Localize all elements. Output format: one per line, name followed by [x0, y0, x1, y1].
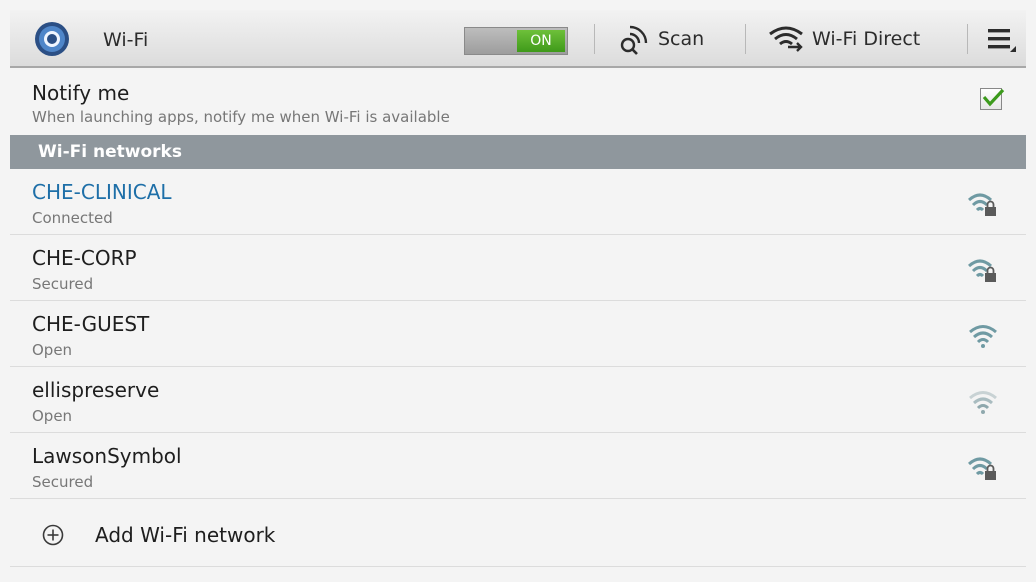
- network-name: CHE-CORP: [32, 246, 137, 270]
- wifi-lock-icon: [968, 191, 998, 217]
- section-label: Wi-Fi networks: [38, 142, 182, 162]
- scan-button[interactable]: Scan: [618, 20, 704, 58]
- network-status: Secured: [32, 473, 94, 491]
- network-row[interactable]: LawsonSymbol Secured: [10, 433, 1026, 499]
- network-list: CHE-CLINICAL Connected CHE-CORP Secured: [10, 169, 1026, 499]
- notify-checkbox[interactable]: [980, 88, 1005, 110]
- wifi-direct-button[interactable]: Wi-Fi Direct: [768, 20, 920, 58]
- overflow-menu-icon[interactable]: [988, 28, 1016, 52]
- page-title: Wi-Fi: [103, 29, 149, 51]
- add-network-label: Add Wi-Fi network: [95, 523, 276, 547]
- network-status: Secured: [32, 275, 94, 293]
- wifi-direct-label: Wi-Fi Direct: [812, 28, 921, 50]
- wifi-lock-icon: [968, 455, 998, 481]
- notify-subtitle: When launching apps, notify me when Wi-F…: [32, 108, 450, 126]
- notify-me-setting[interactable]: Notify me When launching apps, notify me…: [10, 72, 1026, 132]
- network-row[interactable]: ellispreserve Open: [10, 367, 1026, 433]
- toggle-on-label: ON: [517, 30, 565, 52]
- network-name: CHE-CLINICAL: [32, 180, 172, 204]
- action-bar: Wi-Fi ON Scan Wi-Fi Direct: [10, 10, 1026, 68]
- wifi-toggle[interactable]: ON: [464, 27, 568, 55]
- network-status: Open: [32, 341, 73, 359]
- network-name: ellispreserve: [32, 378, 160, 402]
- scan-icon: [618, 23, 650, 55]
- network-name: CHE-GUEST: [32, 312, 150, 336]
- network-row[interactable]: CHE-CORP Secured: [10, 235, 1026, 301]
- divider: [594, 24, 595, 54]
- network-name: LawsonSymbol: [32, 444, 182, 468]
- wifi-signal-weak-icon: [968, 389, 998, 415]
- divider: [967, 24, 968, 54]
- checkmark-icon: [982, 88, 1005, 107]
- network-row[interactable]: CHE-CLINICAL Connected: [10, 169, 1026, 235]
- wifi-networks-header: Wi-Fi networks: [10, 135, 1026, 169]
- network-status: Connected: [32, 209, 113, 227]
- notify-title: Notify me: [32, 81, 130, 105]
- add-wifi-network-button[interactable]: Add Wi-Fi network: [10, 504, 1026, 567]
- divider: [745, 24, 746, 54]
- scan-label: Scan: [658, 28, 705, 50]
- wifi-settings-icon[interactable]: [34, 21, 70, 57]
- wifi-settings-screen: Wi-Fi ON Scan Wi-Fi Direct Notify me Whe…: [0, 0, 1036, 582]
- wifi-lock-icon: [968, 257, 998, 283]
- network-row[interactable]: CHE-GUEST Open: [10, 301, 1026, 367]
- wifi-direct-icon: [768, 25, 804, 53]
- add-circle-icon: [42, 524, 64, 546]
- wifi-signal-icon: [968, 323, 998, 349]
- network-status: Open: [32, 407, 73, 425]
